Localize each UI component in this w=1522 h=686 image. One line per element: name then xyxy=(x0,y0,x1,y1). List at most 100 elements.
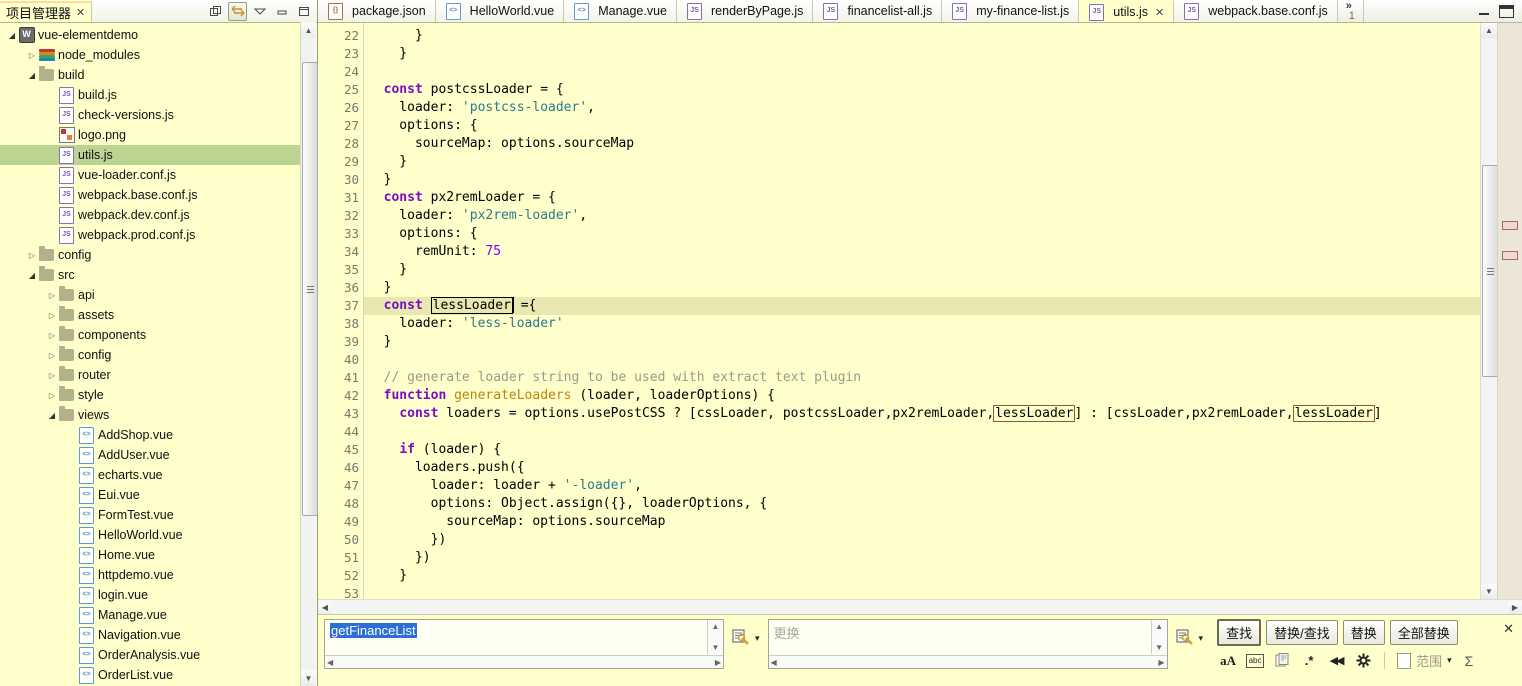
twisty-collapsed-icon[interactable]: ▷ xyxy=(26,51,38,60)
collapse-all-icon[interactable] xyxy=(206,2,225,21)
close-icon[interactable]: ✕ xyxy=(1155,6,1164,19)
code-line[interactable] xyxy=(364,351,1480,369)
editor-tab-helloworld-vue[interactable]: <> HelloWorld.vue xyxy=(435,0,565,22)
editor-maximize-icon[interactable] xyxy=(1499,4,1514,18)
code-line[interactable]: options: { xyxy=(364,225,1480,243)
search-history-icon[interactable] xyxy=(732,629,752,647)
tree-item-node-modules[interactable]: ▷ node_modules xyxy=(0,45,317,65)
code-line[interactable]: sourceMap: options.sourceMap xyxy=(364,513,1480,531)
find-input-combo[interactable]: getFinanceList ▲ ▼ ◀ ▶ xyxy=(324,619,724,669)
tree-item-build-js[interactable]: JS build.js xyxy=(0,85,317,105)
editor-scroll-up-icon[interactable]: ▲ xyxy=(1481,23,1497,38)
editor-tab-financelist-all-js[interactable]: JS financelist-all.js xyxy=(813,0,943,22)
maximize-icon[interactable] xyxy=(294,2,313,21)
tree-item-vue-loader-conf-js[interactable]: JS vue-loader.conf.js xyxy=(0,165,317,185)
tree-item-api[interactable]: ▷ api xyxy=(0,285,317,305)
code-line[interactable]: loaders.push({ xyxy=(364,459,1480,477)
search-settings-icon[interactable] xyxy=(1354,652,1372,670)
tree-item-adduser-vue[interactable]: <> AddUser.vue xyxy=(0,445,317,465)
replace-input-scroll-up-icon[interactable]: ▲ xyxy=(1155,620,1163,633)
tree-item-views[interactable]: ◢ views xyxy=(0,405,317,425)
occurrence-marker[interactable] xyxy=(1502,251,1518,260)
editor-tab-utils-js[interactable]: JS utils.js ✕ xyxy=(1079,0,1175,22)
code-viewport[interactable]: 22 23 24 25 26 27 28 29 30 31 32 33 34 35 36 37 38 39 40 41… xyxy=(318,23,1522,599)
code-line[interactable]: // generate loader string to be used wit… xyxy=(364,369,1480,387)
editor-tab-package-json[interactable]: {} package.json xyxy=(318,0,436,22)
whole-word-icon[interactable]: abc xyxy=(1246,653,1265,668)
find-input-scroll-left-icon[interactable]: ◀ xyxy=(327,658,333,667)
code-line[interactable]: options: Object.assign({}, loaderOptions… xyxy=(364,495,1480,513)
replace-input-text[interactable]: 更换 xyxy=(769,620,1167,645)
code-line[interactable]: } xyxy=(364,333,1480,351)
editor-scroll-left-icon[interactable]: ◀ xyxy=(318,600,332,614)
minimize-icon[interactable] xyxy=(272,2,291,21)
code-line[interactable]: options: { xyxy=(364,117,1480,135)
replace-input-scroll-right-icon[interactable]: ▶ xyxy=(1158,658,1164,667)
find-input-scroll-up-icon[interactable]: ▲ xyxy=(712,620,720,633)
tree-item-build[interactable]: ◢ build xyxy=(0,65,317,85)
twisty-expanded-icon[interactable]: ◢ xyxy=(6,31,18,40)
wrap-search-icon[interactable] xyxy=(1273,652,1291,670)
find-input-text[interactable]: getFinanceList xyxy=(325,620,723,641)
find-input-scroll-down-icon[interactable]: ▼ xyxy=(712,641,720,654)
editor-tabbar[interactable]: {} package.json <> HelloWorld.vue <> Manage.v… xyxy=(318,0,1522,23)
tree-item-manage-vue[interactable]: <> Manage.vue xyxy=(0,605,317,625)
code-line[interactable] xyxy=(364,63,1480,81)
regex-icon[interactable]: .* xyxy=(1300,652,1318,670)
code-text[interactable]: } } const postcssLoader = { loader: 'pos… xyxy=(364,23,1480,599)
code-line[interactable] xyxy=(364,585,1480,599)
tree-item-webpack-prod-conf-js[interactable]: JS webpack.prod.conf.js xyxy=(0,225,317,245)
editor-scroll-down-icon[interactable]: ▼ xyxy=(1481,584,1497,599)
twisty-collapsed-icon[interactable]: ▷ xyxy=(46,391,58,400)
code-line[interactable]: } xyxy=(364,45,1480,63)
case-sensitive-icon[interactable]: aA xyxy=(1219,652,1237,670)
tree-item-echarts-vue[interactable]: <> echarts.vue xyxy=(0,465,317,485)
replace-find-button[interactable]: 替换/查找 xyxy=(1266,620,1338,645)
code-line[interactable]: } xyxy=(364,171,1480,189)
overview-ruler[interactable] xyxy=(1497,23,1522,599)
editor-horizontal-scrollbar[interactable]: ◀ ▶ xyxy=(318,599,1522,614)
twisty-collapsed-icon[interactable]: ▷ xyxy=(46,311,58,320)
find-input-vscroll[interactable]: ▲ ▼ xyxy=(707,620,723,654)
editor-scroll-right-icon[interactable]: ▶ xyxy=(1508,600,1522,614)
close-icon[interactable]: ✕ xyxy=(76,6,85,19)
project-tree-scrollbar[interactable]: ▲ ▼ xyxy=(300,22,318,686)
twisty-collapsed-icon[interactable]: ▷ xyxy=(46,291,58,300)
code-line[interactable]: const postcssLoader = { xyxy=(364,81,1480,99)
editor-vertical-scrollbar[interactable]: ▲ ▼ xyxy=(1480,23,1499,599)
code-line[interactable]: const lessLoader ={ xyxy=(364,297,1480,315)
code-line[interactable]: loader: loader + '-loader', xyxy=(364,477,1480,495)
twisty-collapsed-icon[interactable]: ▷ xyxy=(46,371,58,380)
tree-item-helloworld-vue[interactable]: <> HelloWorld.vue xyxy=(0,525,317,545)
code-line[interactable]: remUnit: 75 xyxy=(364,243,1480,261)
replace-input-scroll-left-icon[interactable]: ◀ xyxy=(771,658,777,667)
tree-item-style[interactable]: ▷ style xyxy=(0,385,317,405)
view-menu-icon[interactable] xyxy=(250,2,269,21)
twisty-collapsed-icon[interactable]: ▷ xyxy=(26,251,38,260)
replace-input-vscroll[interactable]: ▲ ▼ xyxy=(1150,620,1167,654)
twisty-expanded-icon[interactable]: ◢ xyxy=(26,71,38,80)
tree-item-config[interactable]: ▷ config xyxy=(0,345,317,365)
twisty-collapsed-icon[interactable]: ▷ xyxy=(46,331,58,340)
tree-item-logo-png[interactable]: logo.png xyxy=(0,125,317,145)
tree-item-orderanalysis-vue[interactable]: <> OrderAnalysis.vue xyxy=(0,645,317,665)
occurrence-marker[interactable] xyxy=(1502,221,1518,230)
code-line[interactable]: } xyxy=(364,27,1480,45)
twisty-expanded-icon[interactable]: ◢ xyxy=(26,271,38,280)
replace-input-hscroll[interactable]: ◀ ▶ xyxy=(768,655,1167,668)
code-line[interactable]: const loaders = options.usePostCSS ? [cs… xyxy=(364,405,1480,423)
editor-minimize-icon[interactable] xyxy=(1478,6,1491,17)
code-line[interactable]: }) xyxy=(364,531,1480,549)
find-input-scroll-right-icon[interactable]: ▶ xyxy=(715,658,721,667)
code-line[interactable]: loader: 'px2rem-loader', xyxy=(364,207,1480,225)
replace-input-scroll-down-icon[interactable]: ▼ xyxy=(1155,641,1163,654)
scope-caret-icon[interactable]: ▾ xyxy=(1447,655,1452,666)
replace-history-icon[interactable] xyxy=(1176,629,1196,647)
tree-item-check-versions-js[interactable]: JS check-versions.js xyxy=(0,105,317,125)
tree-item-assets[interactable]: ▷ assets xyxy=(0,305,317,325)
scope-control[interactable]: 范围 ▾ Σ xyxy=(1397,651,1473,670)
code-line[interactable]: } xyxy=(364,261,1480,279)
tree-item-eui-vue[interactable]: <> Eui.vue xyxy=(0,485,317,505)
scroll-down-icon[interactable]: ▼ xyxy=(301,670,316,686)
tree-item-addshop-vue[interactable]: <> AddShop.vue xyxy=(0,425,317,445)
